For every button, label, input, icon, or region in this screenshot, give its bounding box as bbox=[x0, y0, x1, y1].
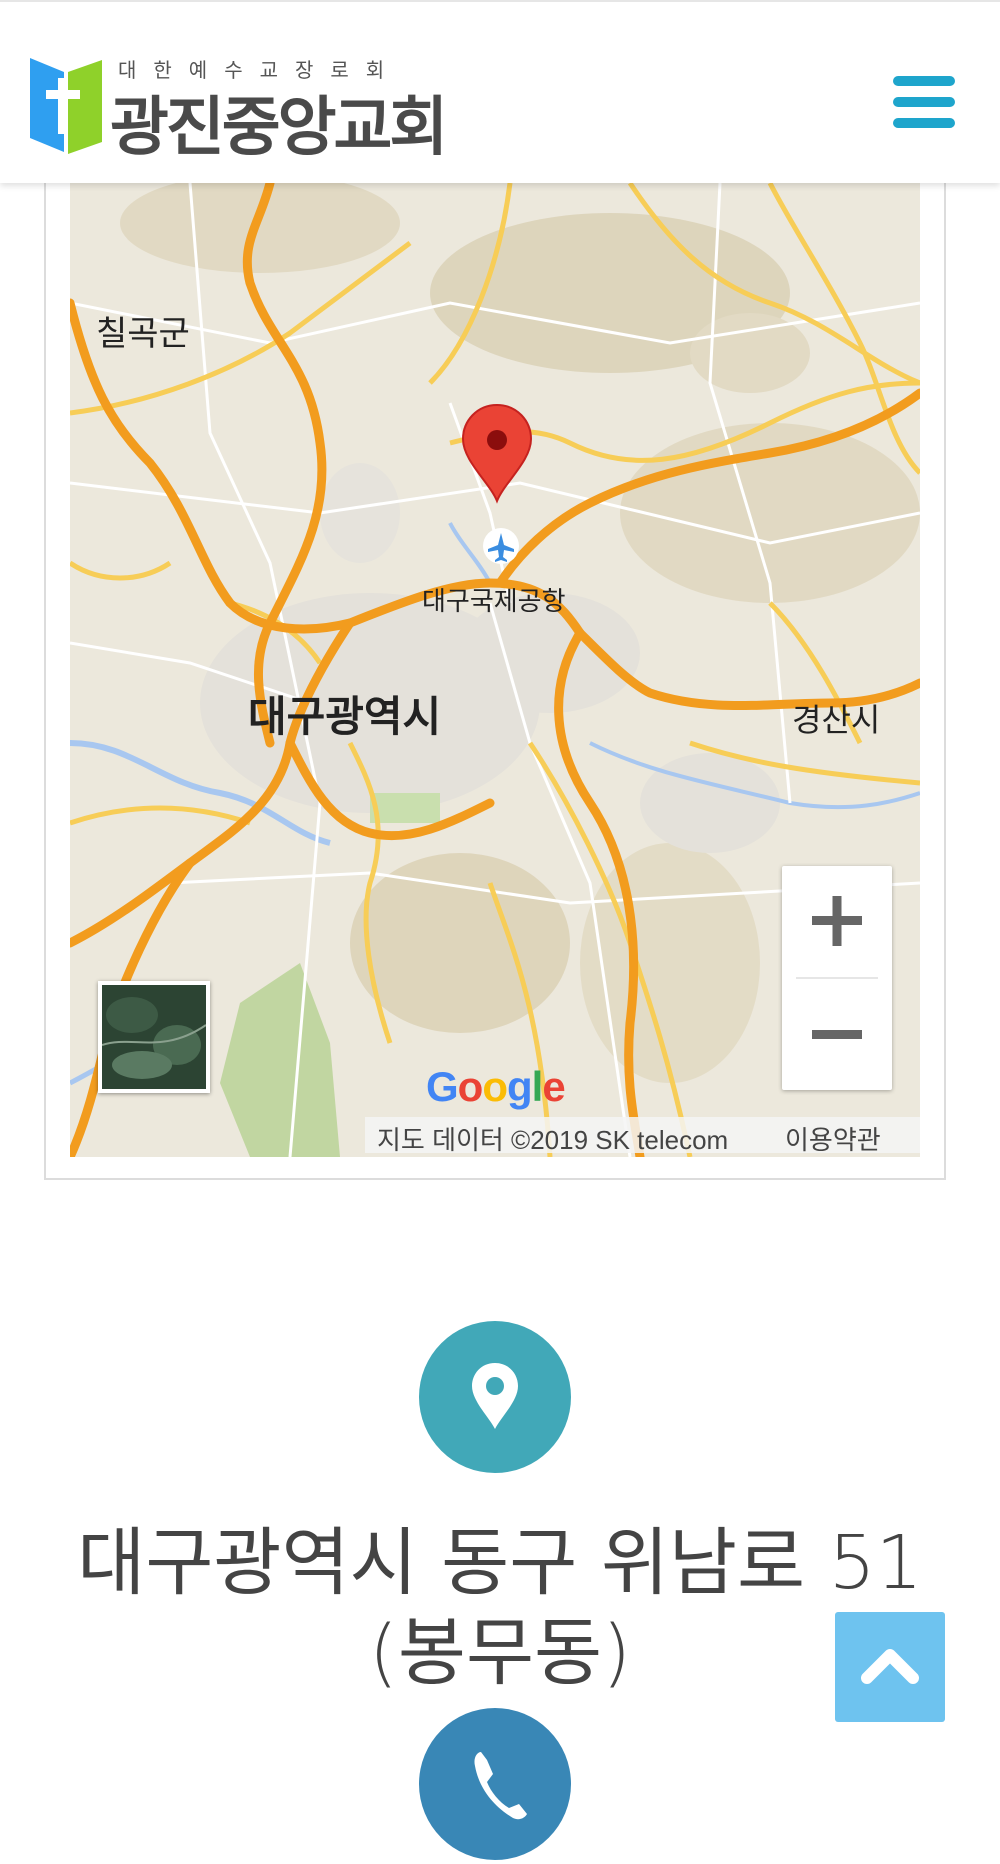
scroll-to-top-button[interactable] bbox=[835, 1612, 945, 1722]
place-label-gyeongsan: 경산시 bbox=[792, 702, 881, 738]
minus-icon bbox=[812, 1030, 862, 1039]
google-logo: Google bbox=[426, 1063, 566, 1110]
church-logo[interactable]: 대한예수교장로회 광진중앙교회 bbox=[30, 54, 450, 165]
phone-icon bbox=[474, 1752, 527, 1820]
zoom-out-button[interactable] bbox=[782, 979, 892, 1090]
airport-icon bbox=[483, 528, 519, 564]
hamburger-menu-icon[interactable] bbox=[893, 76, 955, 128]
satellite-thumbnail-icon bbox=[102, 985, 206, 1089]
terms-link[interactable]: 이용약관 bbox=[785, 1120, 881, 1157]
location-icon-circle bbox=[419, 1321, 571, 1473]
cross-book-icon bbox=[30, 58, 102, 154]
google-map[interactable]: 칠곡군 대구국제공항 대구광역시 경산시 Google 지도 데이터 ©2019… bbox=[70, 183, 920, 1157]
plus-icon bbox=[812, 896, 862, 946]
map-attribution-bar: 지도 데이터 ©2019 SK telecom 이용약관 bbox=[365, 1117, 920, 1155]
place-label-daegu: 대구광역시 bbox=[248, 693, 442, 740]
phone-icon-circle bbox=[419, 1708, 571, 1860]
logo-title: 광진중앙교회 bbox=[110, 91, 448, 165]
chevron-up-icon bbox=[861, 1649, 919, 1684]
map-data-attribution: 지도 데이터 ©2019 SK telecom bbox=[377, 1125, 729, 1155]
church-address: 대구광역시 동구 위남로 51 (봉무동) bbox=[77, 1520, 923, 1696]
place-label-airport: 대구국제공항 bbox=[422, 586, 566, 616]
place-label-chilgok: 칠곡군 bbox=[96, 315, 190, 353]
map-pin-icon bbox=[472, 1363, 518, 1429]
satellite-view-toggle[interactable] bbox=[98, 981, 210, 1093]
site-header: 대한예수교장로회 광진중앙교회 bbox=[0, 0, 1000, 183]
zoom-controls bbox=[782, 866, 892, 1090]
zoom-in-button[interactable] bbox=[782, 866, 892, 977]
